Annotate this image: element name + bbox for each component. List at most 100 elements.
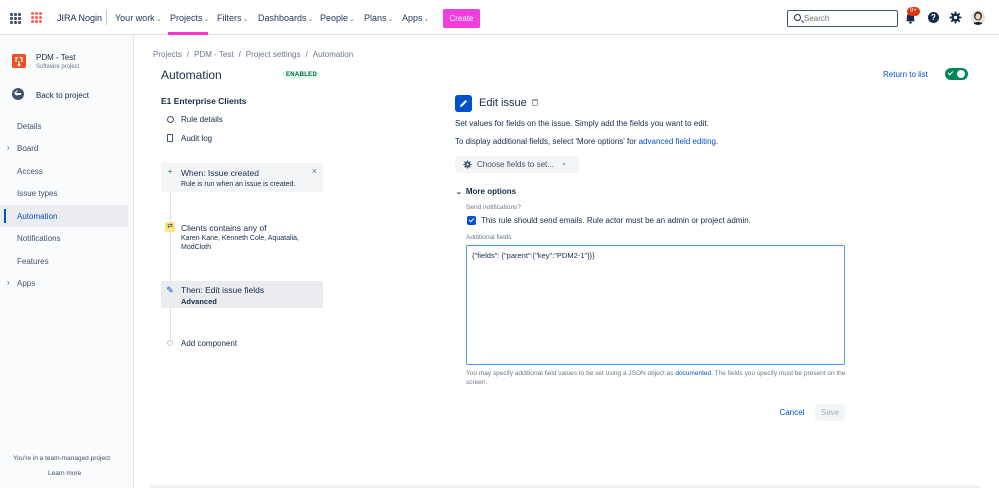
sidebar-item-access[interactable]: Access [0,160,128,182]
trash-icon[interactable] [532,99,538,106]
nav-projects[interactable]: Projects⌄ [170,13,209,23]
sidebar-item-notifications[interactable]: Notifications [0,227,128,249]
nav-dashboards[interactable]: Dashboards⌄ [258,13,313,23]
gear-icon [463,160,472,169]
sidebar-item-features[interactable]: Features [0,250,128,272]
documented-link[interactable]: documented [675,370,711,377]
nav-plans[interactable]: Plans⌄ [364,13,393,23]
help-text: You may specify additional field values … [466,370,676,377]
audit-log-link[interactable]: Audit log [167,134,212,143]
breadcrumb-automation[interactable]: Automation [313,50,353,59]
more-options-label: More options [465,187,517,196]
advanced-field-editing-link[interactable]: advanced field editing [639,137,716,146]
user-avatar[interactable] [971,10,985,25]
action-title: Edit issue [479,97,527,109]
search-input[interactable] [804,13,894,24]
chevron-right-icon: › [7,278,10,287]
rule-enabled-toggle[interactable] [945,68,968,80]
add-component-dot [167,340,173,346]
help-icon[interactable]: ? [928,12,939,23]
sidebar-item-label: Details [17,122,42,131]
nav-people[interactable]: People⌄ [320,13,355,23]
desc-suffix: . [715,137,719,146]
send-notifications-checkbox[interactable] [467,216,476,225]
component-condition[interactable]: ⇄ Clients contains any of Karen Kane, Ke… [161,218,323,256]
close-icon[interactable]: × [312,166,317,176]
chevron-right-icon: › [7,143,10,152]
nav-apps[interactable]: Apps⌄ [402,13,429,23]
scroll-shadow [150,484,980,488]
save-button[interactable]: Save [815,404,845,421]
nav-label: Projects [170,13,203,23]
component-subtitle: Karen Kane, Kenneth Cole, Aquatalia, Mod… [181,235,299,251]
component-action[interactable]: ✎ Then: Edit issue fields Advanced [161,281,323,308]
additional-fields-input[interactable] [466,245,845,365]
nav-label: Apps [402,13,423,23]
desc-text: To display additional fields, select 'Mo… [455,137,639,146]
action-description: Set values for fields on the issue. Simp… [455,119,709,128]
sidebar-item-automation[interactable]: Automation [0,205,128,227]
project-name: PDM - Test [36,53,76,62]
send-notifications-label: Send notifications? [466,204,521,211]
return-to-list-link[interactable]: Return to list [883,70,928,79]
create-button[interactable]: Create [443,9,480,28]
sidebar-item-label: Access [17,167,43,176]
project-sidebar: PDM - Test Software project Back to proj… [0,35,134,488]
rule-timeline-line [170,190,171,340]
learn-more-link[interactable]: Learn more [48,470,81,477]
component-subtitle: Rule is run when an issue is created. [181,181,296,188]
additional-fields-help: You may specify additional field values … [466,369,856,387]
more-options-toggle[interactable]: ⌄ More options [456,187,516,196]
breadcrumb-projects[interactable]: Projects [153,50,182,59]
chevron-down-icon: ⌄ [203,16,210,23]
avatar-icon [972,11,984,25]
back-to-project-label[interactable]: Back to project [36,91,89,100]
page-title: Automation [161,68,222,82]
sidebar-item-label: Board [17,144,39,153]
chevron-down-icon: ⌄ [387,16,394,23]
plus-icon: + [167,167,173,176]
nav-label: Your work [115,13,155,23]
jira-logo-icon[interactable] [31,12,43,24]
nav-your-work[interactable]: Your work⌄ [115,13,162,23]
app-switcher-icon[interactable] [10,13,21,24]
nav-divider [106,10,107,25]
info-icon [167,116,174,123]
sidebar-item-apps[interactable]: › Apps [0,272,128,294]
settings-gear-icon[interactable] [949,11,962,24]
breadcrumb-separator: / [305,50,308,59]
chevron-down-icon: ⌄ [423,16,430,23]
nav-filters[interactable]: Filters⌄ [217,13,248,23]
breadcrumb-project-settings[interactable]: Project settings [246,50,301,59]
chevron-down-icon: ⌄ [242,16,249,23]
cancel-button[interactable]: Cancel [774,404,810,421]
add-component-link[interactable]: Add component [181,339,237,348]
breadcrumb-project[interactable]: PDM - Test [194,50,233,59]
sidebar-item-details[interactable]: Details [0,115,128,137]
status-badge: ENABLED [283,71,321,79]
nav-label: Dashboards [258,13,307,23]
sidebar-item-issue-types[interactable]: Issue types [0,182,128,204]
pencil-icon: ✎ [166,285,174,295]
nav-label: Filters [217,13,242,23]
edit-pencil-icon [455,95,472,112]
chevron-down-icon: ⌄ [307,16,314,23]
sidebar-item-label: Issue types [17,189,58,198]
chevron-down-icon: ⌄ [456,189,462,196]
sidebar-item-label: Notifications [17,234,61,243]
nav-label: Plans [364,13,387,23]
notifications-badge: 9+ [907,7,920,16]
choose-fields-dropdown[interactable]: Choose fields to set... ⌄ [455,156,579,173]
project-avatar-icon [12,54,26,68]
arrow-left-icon [12,88,24,100]
component-trigger[interactable]: + When: Issue created Rule is run when a… [161,163,323,192]
site-name[interactable]: JIRA Nogin [57,13,102,23]
search-box[interactable] [787,10,898,27]
sidebar-item-label: Automation [17,212,58,221]
project-type: Software project [36,64,80,70]
active-indicator [4,209,6,223]
send-notifications-text[interactable]: This rule should send emails. Rule actor… [481,216,751,225]
sidebar-item-board[interactable]: › Board [0,137,128,159]
document-icon [167,134,173,142]
rule-details-link[interactable]: Rule details [167,115,223,124]
